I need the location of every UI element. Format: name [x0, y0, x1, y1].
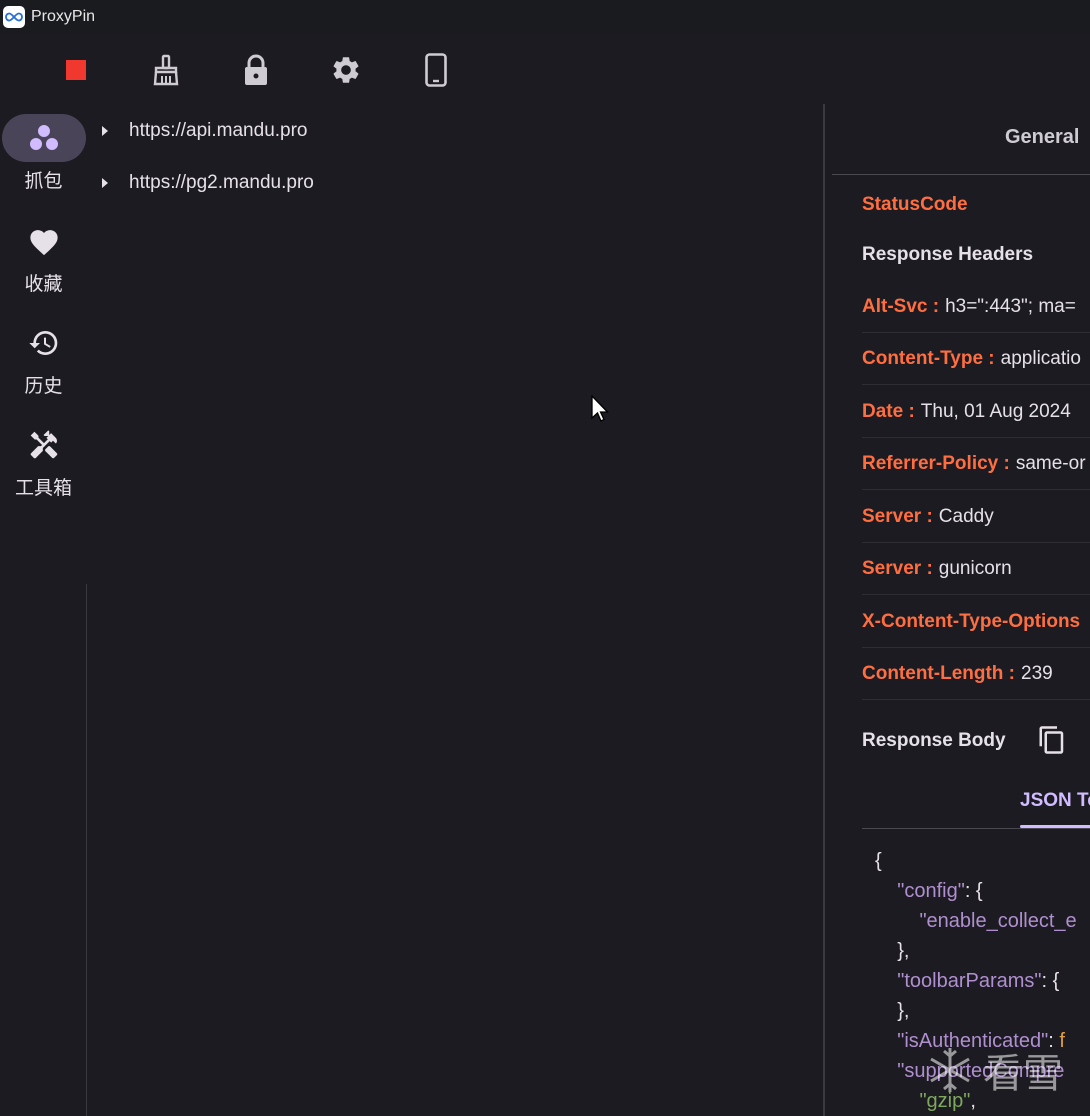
capture-icon: [29, 125, 58, 150]
header-key: Server :: [862, 505, 933, 527]
json-punct: : {: [964, 880, 983, 902]
header-key: Server :: [862, 557, 933, 579]
clean-icon: [153, 54, 179, 86]
json-key: "toolbarParams": [897, 970, 1042, 992]
toolbar: [0, 34, 1090, 104]
header-key: Date :: [862, 400, 915, 422]
clean-button[interactable]: [146, 50, 186, 90]
request-list-panel: https://api.mandu.pro https://pg2.mandu.…: [87, 104, 824, 1116]
json-tab-divider: [862, 828, 1090, 829]
header-key: Alt-Svc :: [862, 295, 940, 317]
nav-icon-indicator: [1, 114, 86, 162]
lock-button[interactable]: [236, 50, 276, 90]
app-title: ProxyPin: [31, 8, 96, 25]
header-row: Alt-Svc : h3=":443"; ma=: [862, 281, 1090, 333]
phone-button[interactable]: [416, 50, 456, 90]
header-row: Referrer-Policy : same-or: [862, 438, 1090, 490]
lock-icon: [245, 54, 267, 85]
header-row: Content-Type : applicatio: [862, 333, 1090, 385]
json-line: {: [875, 850, 882, 872]
json-key: "config": [897, 880, 965, 902]
nav-item-favorites[interactable]: 收藏: [0, 217, 87, 313]
json-line: },: [897, 1000, 910, 1022]
snowflake-icon: [930, 1048, 970, 1092]
json-line: },: [897, 940, 910, 962]
header-value: applicatio: [1000, 347, 1081, 369]
nav-label: 历史: [24, 375, 63, 397]
gear-icon: [333, 57, 359, 83]
response-headers-title: Response Headers: [862, 244, 1034, 265]
proxypin-logo-icon: [3, 6, 25, 28]
header-key: Content-Type :: [862, 347, 995, 369]
nav-label: 抓包: [24, 170, 63, 192]
title-bar: ProxyPin: [0, 0, 1090, 34]
header-row: X-Content-Type-Options: [862, 596, 1090, 648]
json-key: "enable_collect_e: [919, 910, 1077, 932]
tools-icon: [30, 430, 57, 459]
domain-url: https://pg2.mandu.pro: [129, 172, 314, 193]
copy-button[interactable]: [1037, 725, 1067, 755]
tab-json-text[interactable]: JSON Te: [1020, 790, 1090, 812]
tab-bar-divider: [832, 174, 1090, 175]
watermark-text: 看雪: [983, 1051, 1063, 1097]
phone-icon: [425, 53, 447, 87]
header-key: Content-Length :: [862, 662, 1016, 684]
mouse-cursor-icon: [591, 395, 610, 422]
expand-caret-icon[interactable]: [102, 126, 108, 136]
domain-row[interactable]: https://pg2.mandu.pro: [87, 157, 824, 209]
json-punct: : {: [1041, 970, 1060, 992]
stop-icon: [66, 60, 86, 80]
header-value: same-or: [1015, 452, 1086, 474]
nav-item-history[interactable]: 历史: [0, 319, 87, 415]
nav-label: 收藏: [24, 273, 63, 295]
header-value: gunicorn: [938, 557, 1012, 579]
header-value: Thu, 01 Aug 2024: [920, 400, 1071, 422]
nav-label: 工具箱: [14, 477, 72, 499]
header-row: Content-Length : 239: [862, 648, 1090, 700]
heart-icon: [29, 230, 58, 256]
nav-rail: 抓包 收藏 历史 工具箱: [0, 104, 87, 1116]
settings-button[interactable]: [326, 50, 366, 90]
nav-item-toolbox[interactable]: 工具箱: [0, 421, 87, 517]
json-tab-indicator: [1020, 825, 1090, 828]
header-key: Referrer-Policy :: [862, 452, 1010, 474]
nav-item-capture[interactable]: 抓包: [0, 114, 87, 210]
response-body-title: Response Body: [862, 730, 1006, 751]
header-value: Caddy: [938, 505, 994, 527]
domain-url: https://api.mandu.pro: [129, 120, 308, 141]
header-key: X-Content-Type-Options: [862, 610, 1081, 632]
header-row: Date : Thu, 01 Aug 2024: [862, 386, 1090, 438]
tab-general[interactable]: General: [1005, 126, 1079, 149]
domain-row[interactable]: https://api.mandu.pro: [87, 105, 824, 157]
header-row: Server : Caddy: [862, 491, 1090, 543]
detail-panel: General StatusCode Response Headers Alt-…: [825, 104, 1090, 1116]
header-row: Server : gunicorn: [862, 543, 1090, 595]
watermark: 看雪: [925, 1040, 1090, 1100]
header-value: h3=":443"; ma=: [945, 295, 1076, 317]
history-icon: [28, 331, 57, 355]
status-code-label: StatusCode: [862, 194, 968, 215]
copy-icon: [1039, 726, 1064, 754]
header-value: 239: [1021, 662, 1053, 684]
expand-caret-icon[interactable]: [102, 178, 108, 188]
stop-button[interactable]: [56, 50, 96, 90]
